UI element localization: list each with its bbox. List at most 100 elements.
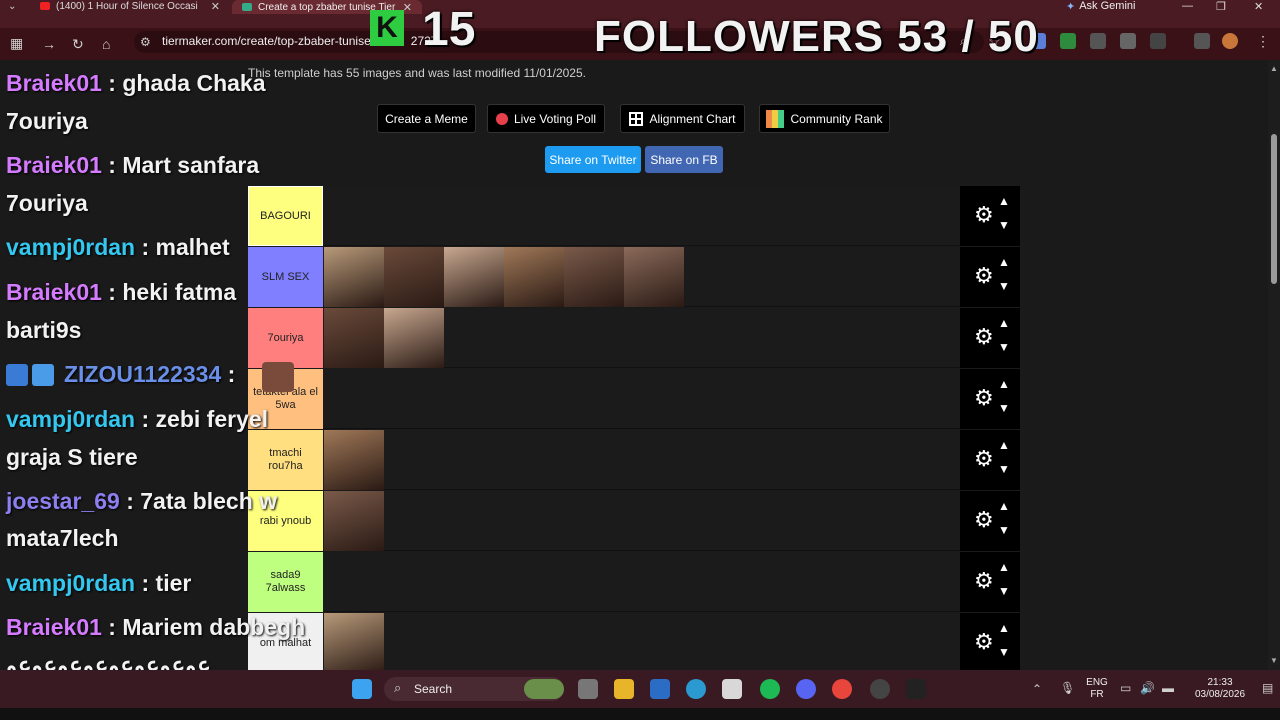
share-fb-button[interactable]: Share on FB xyxy=(645,146,723,173)
chevron-down-icon[interactable]: ▼ xyxy=(998,462,1010,476)
qr-icon[interactable] xyxy=(1090,33,1106,49)
tier-label[interactable]: tmachi rou7ha xyxy=(248,430,323,490)
mic-icon[interactable]: 🎙 xyxy=(1060,681,1075,695)
chevron-up-icon[interactable]: ▲ xyxy=(998,316,1010,330)
close-icon[interactable]: ✕ xyxy=(403,1,412,14)
chat-text: : heki fatma xyxy=(101,279,237,305)
site-info-icon[interactable]: ⚙ xyxy=(140,35,151,49)
chevron-down-icon[interactable]: ▼ xyxy=(998,279,1010,293)
profile-avatar[interactable] xyxy=(1222,33,1238,49)
community-rank-button[interactable]: Community Rank xyxy=(759,104,890,133)
chevron-down-icon[interactable]: ▼ xyxy=(998,401,1010,415)
lang-secondary: FR xyxy=(1090,689,1104,700)
tier-image[interactable] xyxy=(324,491,384,551)
clock[interactable]: 21:33 03/08/2026 xyxy=(1188,677,1252,701)
gear-icon[interactable]: ⚙ xyxy=(974,570,994,592)
notification-icon[interactable]: ▤ xyxy=(1262,681,1273,695)
gear-icon[interactable]: ⚙ xyxy=(974,326,994,348)
language-indicator[interactable]: ENG FR xyxy=(1084,677,1110,701)
chevron-down-icon[interactable]: ▼ xyxy=(998,340,1010,354)
tier-label[interactable]: SLM SEX xyxy=(248,247,323,307)
reload-icon[interactable]: ↻ xyxy=(72,36,84,53)
chevron-up-icon[interactable]: ▲ xyxy=(998,377,1010,391)
chevron-up-icon[interactable]: ▲ xyxy=(998,194,1010,208)
reading-list-icon[interactable] xyxy=(1194,33,1210,49)
create-meme-button[interactable]: Create a Meme xyxy=(377,104,476,133)
chevron-down-icon[interactable]: ▼ xyxy=(998,218,1010,232)
ask-gemini-button[interactable]: ✦ Ask Gemini xyxy=(1066,0,1135,13)
file-explorer-icon[interactable] xyxy=(614,679,634,699)
tier-label[interactable]: sada9 7alwass xyxy=(248,552,323,612)
volume-icon[interactable]: 🔊 xyxy=(1140,681,1155,695)
gear-icon[interactable]: ⚙ xyxy=(974,387,994,409)
edge-icon[interactable] xyxy=(686,679,706,699)
terminal-icon[interactable] xyxy=(906,679,926,699)
chat-username: Braiek01 xyxy=(6,70,102,96)
chevron-up-icon[interactable]: ▲ xyxy=(998,560,1010,574)
store-icon[interactable] xyxy=(722,679,742,699)
chevron-down-icon[interactable]: ▼ xyxy=(998,523,1010,537)
spotify-icon[interactable] xyxy=(760,679,780,699)
home-icon[interactable]: ⌂ xyxy=(102,36,110,52)
extension-icon[interactable] xyxy=(1120,33,1136,49)
app-icon[interactable]: ▦ xyxy=(10,35,23,52)
forward-icon[interactable]: → xyxy=(42,36,56,52)
chat-text: 7ouriya xyxy=(6,108,88,134)
tier-label[interactable]: BAGOURI xyxy=(248,186,323,246)
alignment-chart-button[interactable]: Alignment Chart xyxy=(620,104,745,133)
chevron-down-icon[interactable]: ▼ xyxy=(998,584,1010,598)
discord-icon[interactable] xyxy=(796,679,816,699)
page-scrollbar[interactable]: ▲ ▼ xyxy=(1268,60,1280,670)
download-icon[interactable] xyxy=(1060,33,1076,49)
tier-image[interactable] xyxy=(504,247,564,307)
chevron-up-icon[interactable]: ▲ xyxy=(998,255,1010,269)
close-icon[interactable]: ✕ xyxy=(211,0,220,13)
chevron-down-icon[interactable]: ▼ xyxy=(998,645,1010,659)
tier-image[interactable] xyxy=(624,247,684,307)
battery-icon[interactable]: ▬ xyxy=(1162,681,1174,695)
chevron-up-icon[interactable]: ▲ xyxy=(998,621,1010,635)
chat-message: graja S tiere xyxy=(6,444,138,471)
tier-image[interactable] xyxy=(324,247,384,307)
tier-image[interactable] xyxy=(444,247,504,307)
tier-image[interactable] xyxy=(564,247,624,307)
tier-label[interactable]: 7ouriya xyxy=(248,308,323,368)
puzzle-icon[interactable] xyxy=(1150,33,1166,49)
scroll-up-icon[interactable]: ▲ xyxy=(1270,64,1278,73)
live-voting-button[interactable]: Live Voting Poll xyxy=(487,104,605,133)
tier-image[interactable] xyxy=(324,430,384,490)
chrome-icon[interactable] xyxy=(832,679,852,699)
record-dot-icon xyxy=(495,112,508,125)
tier-image[interactable] xyxy=(324,613,384,670)
tab-title: (1400) 1 Hour of Silence Occasi xyxy=(56,0,198,12)
scrollbar-thumb[interactable] xyxy=(1271,134,1277,284)
task-view-icon[interactable] xyxy=(578,679,598,699)
chat-message: Braiek01 : heki fatma xyxy=(6,279,236,306)
tab-search-dropdown[interactable]: ⌄ xyxy=(8,1,24,13)
chevron-up-icon[interactable]: ▲ xyxy=(998,438,1010,452)
start-windows-icon[interactable] xyxy=(352,679,372,699)
window-close-button[interactable]: ✕ xyxy=(1254,0,1263,13)
minimize-button[interactable]: — xyxy=(1182,0,1193,12)
chat-message: ZIZOU1122334 : xyxy=(64,361,235,388)
chevron-up-icon[interactable]: ▲ xyxy=(998,499,1010,513)
gear-icon[interactable]: ⚙ xyxy=(974,448,994,470)
obs-icon[interactable] xyxy=(870,679,890,699)
gear-icon[interactable]: ⚙ xyxy=(974,631,994,653)
network-icon[interactable]: ▭ xyxy=(1120,681,1131,695)
scroll-down-icon[interactable]: ▼ xyxy=(1270,656,1278,665)
tier-image[interactable] xyxy=(384,308,444,368)
gear-icon[interactable]: ⚙ xyxy=(974,265,994,287)
tier-image[interactable] xyxy=(324,308,384,368)
share-twitter-button[interactable]: Share on Twitter xyxy=(545,146,641,173)
restore-button[interactable]: ❐ xyxy=(1216,0,1226,13)
tab-youtube[interactable]: (1400) 1 Hour of Silence Occasi ✕ xyxy=(30,0,230,13)
menu-kebab-icon[interactable]: ⋮ xyxy=(1256,33,1270,50)
chat-text: barti9s xyxy=(6,317,82,343)
outlook-icon[interactable] xyxy=(650,679,670,699)
chevron-up-icon[interactable]: ⌃ xyxy=(1032,682,1042,696)
gear-icon[interactable]: ⚙ xyxy=(974,509,994,531)
tier-controls: ⚙ ▲ ▼ xyxy=(960,247,1020,307)
tier-image[interactable] xyxy=(384,247,444,307)
gear-icon[interactable]: ⚙ xyxy=(974,204,994,226)
